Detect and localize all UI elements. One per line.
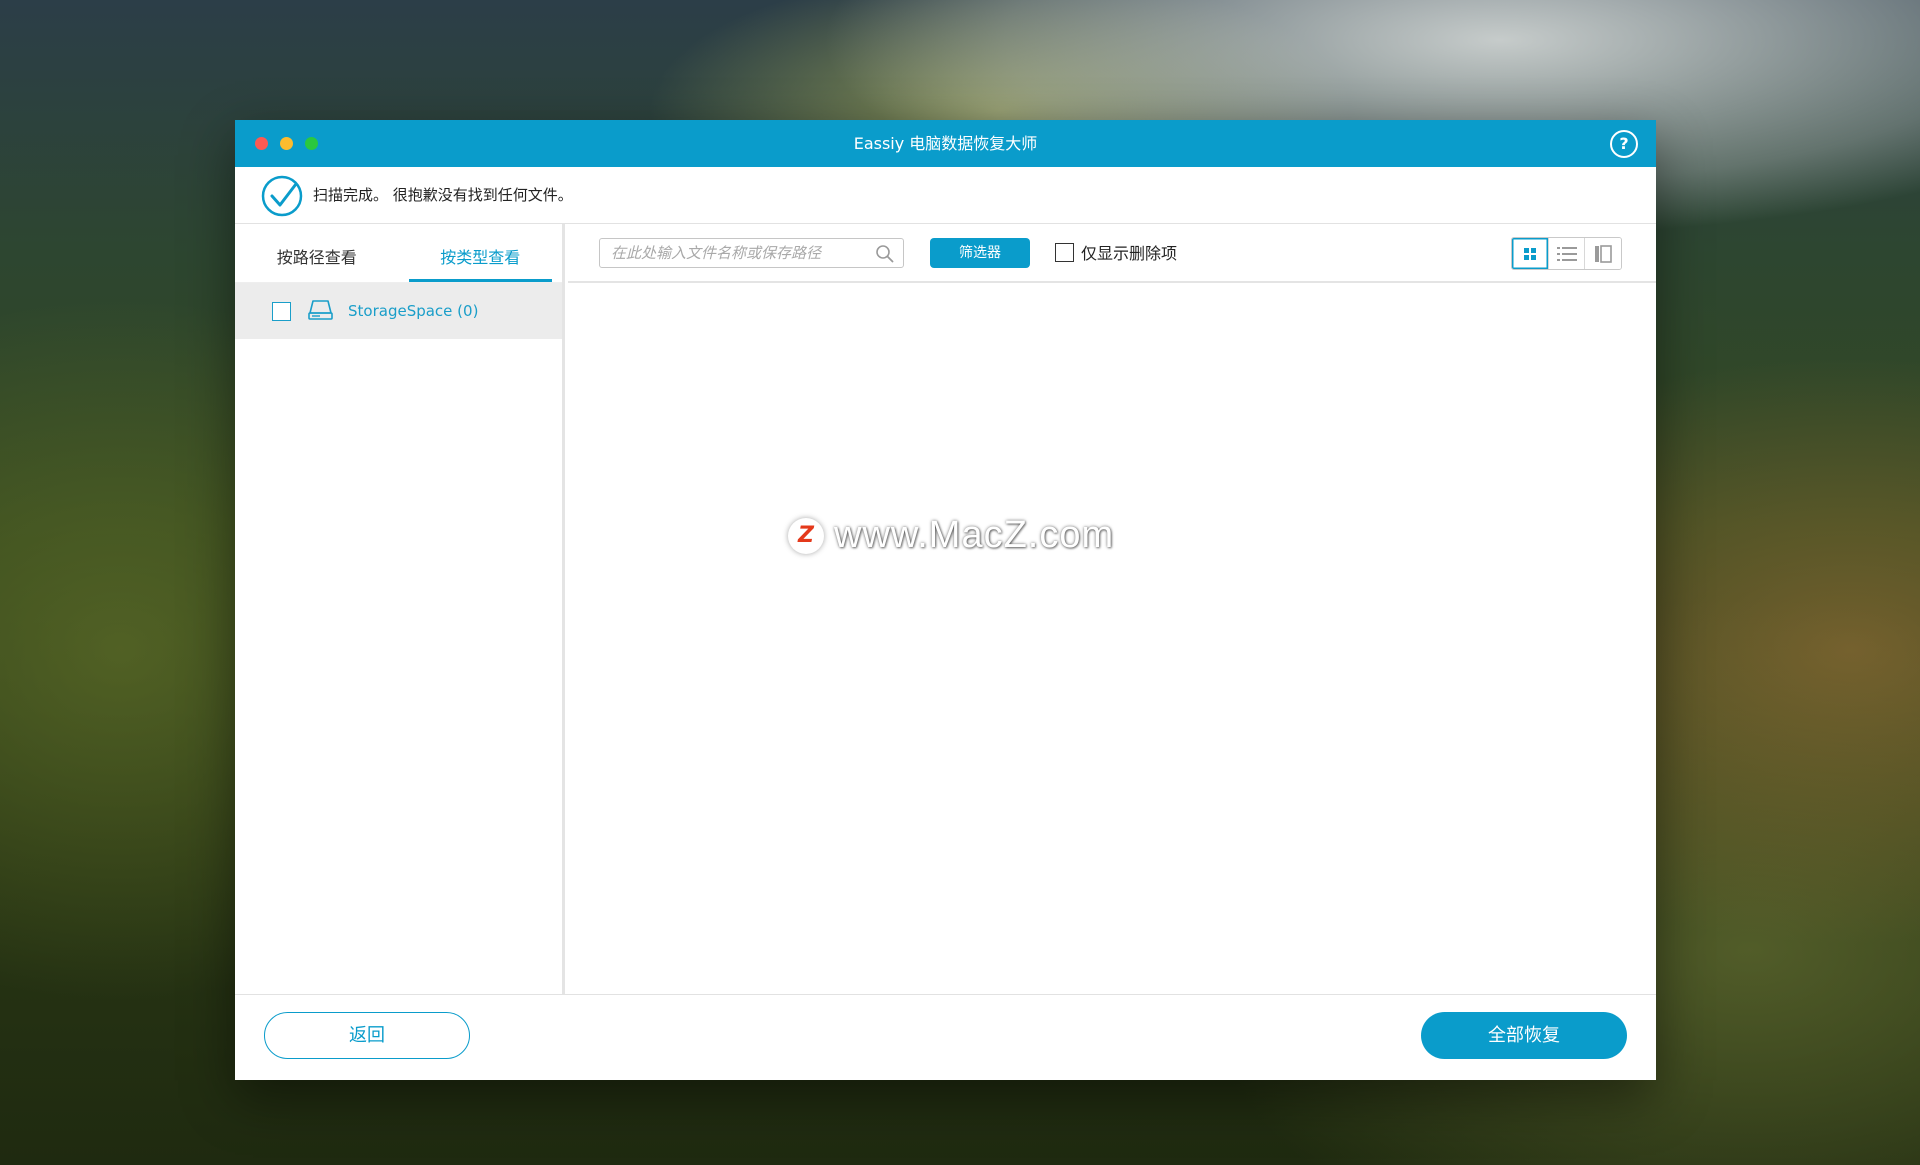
grid-view-icon: [1523, 247, 1536, 260]
drive-checkbox[interactable]: [272, 302, 291, 321]
scan-status-bar: 扫描完成。 很抱歉没有找到任何文件。: [235, 167, 1656, 224]
footer: 返回 全部恢复: [235, 994, 1656, 1080]
watermark-text: www.MacZ.com: [834, 514, 1115, 556]
check-circle-icon: [261, 175, 303, 217]
recover-all-button[interactable]: 全部恢复: [1421, 1012, 1627, 1059]
app-window: Eassiy 电脑数据恢复大师 ? 扫描完成。 很抱歉没有找到任何文件。 按路径…: [235, 120, 1656, 1080]
scan-status-text: 扫描完成。 很抱歉没有找到任何文件。: [313, 186, 573, 204]
view-mode-tabs: 按路径查看 按类型查看: [235, 224, 562, 283]
column-view-button[interactable]: [1585, 238, 1621, 269]
list-view-button[interactable]: [1548, 238, 1586, 269]
search-icon[interactable]: [875, 244, 894, 263]
sidebar-item-storagespace[interactable]: StorageSpace (0): [235, 283, 562, 339]
deleted-only-label: 仅显示删除项: [1081, 244, 1178, 263]
window-title: Eassiy 电脑数据恢复大师: [853, 134, 1038, 153]
toolbar: 在此处输入文件名称或保存路径 筛选器 仅显示删除项: [568, 224, 1656, 283]
title-bar: Eassiy 电脑数据恢复大师 ?: [235, 120, 1656, 167]
grid-view-button[interactable]: [1512, 238, 1549, 269]
tab-by-type[interactable]: 按类型查看: [399, 224, 563, 282]
filter-button[interactable]: 筛选器: [930, 238, 1030, 268]
list-view-icon: [1556, 246, 1577, 261]
sidebar: 按路径查看 按类型查看 StorageSpace (0): [235, 224, 565, 994]
back-button[interactable]: 返回: [264, 1012, 470, 1059]
search-input[interactable]: 在此处输入文件名称或保存路径: [599, 238, 904, 268]
column-view-icon: [1595, 244, 1612, 263]
drive-label: StorageSpace (0): [348, 302, 479, 320]
search-placeholder: 在此处输入文件名称或保存路径: [611, 244, 822, 262]
file-content-area: 在此处输入文件名称或保存路径 筛选器 仅显示删除项 Z www.MacZ.com: [568, 224, 1656, 994]
watermark-logo-icon: Z: [788, 517, 824, 554]
view-switcher: [1511, 237, 1622, 270]
tab-by-path[interactable]: 按路径查看: [235, 224, 399, 282]
help-icon[interactable]: ?: [1610, 130, 1638, 158]
deleted-only-checkbox[interactable]: [1055, 243, 1074, 262]
drive-icon: [308, 300, 333, 320]
watermark: Z www.MacZ.com: [788, 514, 1114, 557]
